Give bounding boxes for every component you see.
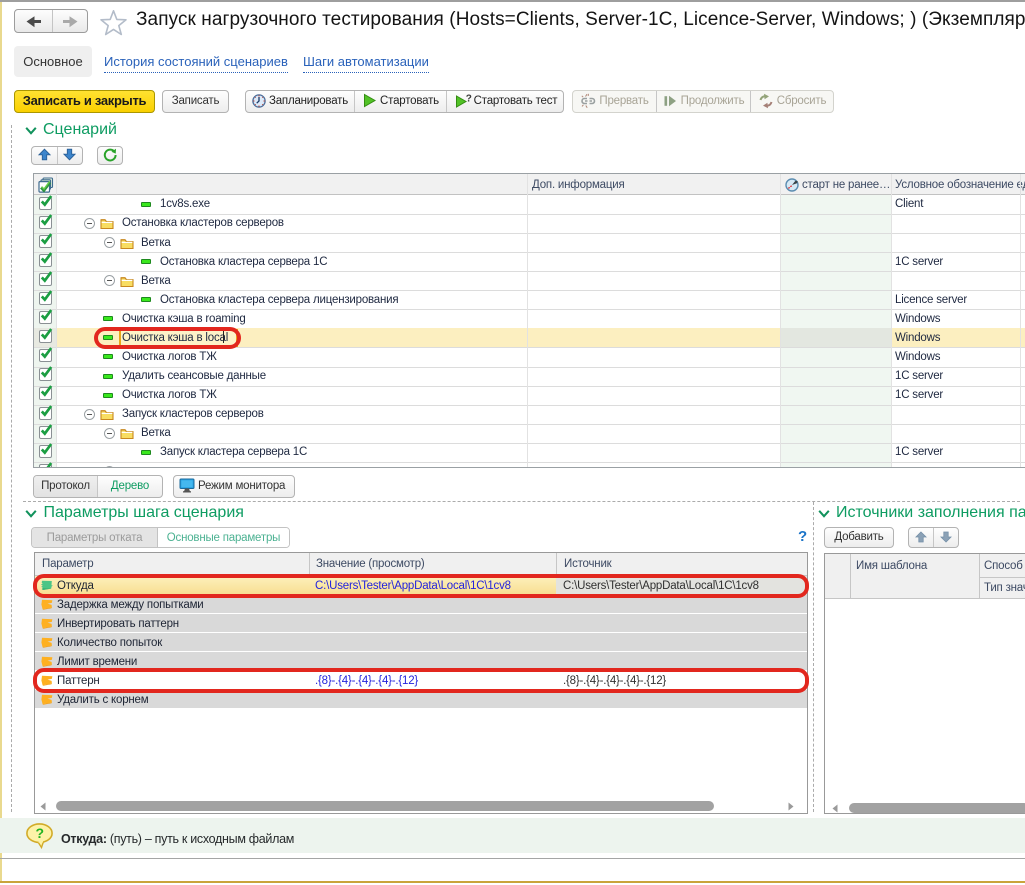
svg-text:?: ? [465,93,471,104]
svg-text:?: ? [36,825,45,841]
